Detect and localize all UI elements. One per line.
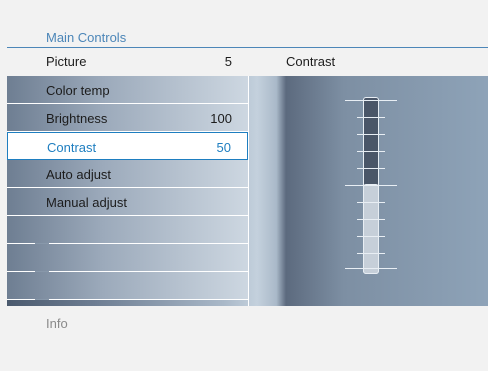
- slider-tick: [345, 185, 397, 186]
- menu-item-label: Manual adjust: [46, 195, 127, 210]
- menu-item-empty: [7, 216, 248, 244]
- menu-item-manual-adjust[interactable]: Manual adjust: [7, 188, 248, 216]
- menu-row-value: 5: [224, 54, 232, 69]
- slider-tick: [357, 134, 385, 135]
- menu-item-label: Contrast: [47, 140, 97, 155]
- slider-tick: [357, 117, 385, 118]
- contrast-slider-fill[interactable]: [363, 184, 379, 274]
- slider-tick: [357, 253, 385, 254]
- slider-tick: [357, 151, 385, 152]
- submenu: Color temp Brightness 100 Contrast 50 Au…: [7, 76, 248, 306]
- slider-tick: [357, 236, 385, 237]
- menu-item-empty: [7, 244, 248, 272]
- menu-item-value: 50: [216, 140, 231, 155]
- panel-divider: [248, 76, 249, 306]
- menu-item-auto-adjust[interactable]: Auto adjust: [7, 160, 248, 188]
- menu-item-label: Brightness: [46, 111, 108, 126]
- menu-item-label: Color temp: [46, 83, 110, 98]
- header-title: Main Controls: [46, 30, 127, 45]
- menu-row-label: Picture: [46, 54, 87, 69]
- menu-item-color-temp[interactable]: Color temp: [7, 76, 248, 104]
- menu-item-brightness[interactable]: Brightness 100: [7, 104, 248, 132]
- slider-tick: [357, 219, 385, 220]
- menu-item-empty: [7, 272, 248, 300]
- submenu-title: Contrast: [286, 54, 336, 69]
- slider-tick: [345, 268, 397, 269]
- menu-item-value: 100: [210, 111, 232, 126]
- slider-tick: [357, 168, 385, 169]
- menu-row-picture[interactable]: Picture 5: [7, 48, 248, 76]
- footer-info: Info: [46, 316, 68, 331]
- menu-item-label: Auto adjust: [46, 167, 112, 182]
- slider-tick: [345, 100, 397, 101]
- slider-tick: [357, 202, 385, 203]
- menu-item-contrast[interactable]: Contrast 50: [7, 132, 248, 160]
